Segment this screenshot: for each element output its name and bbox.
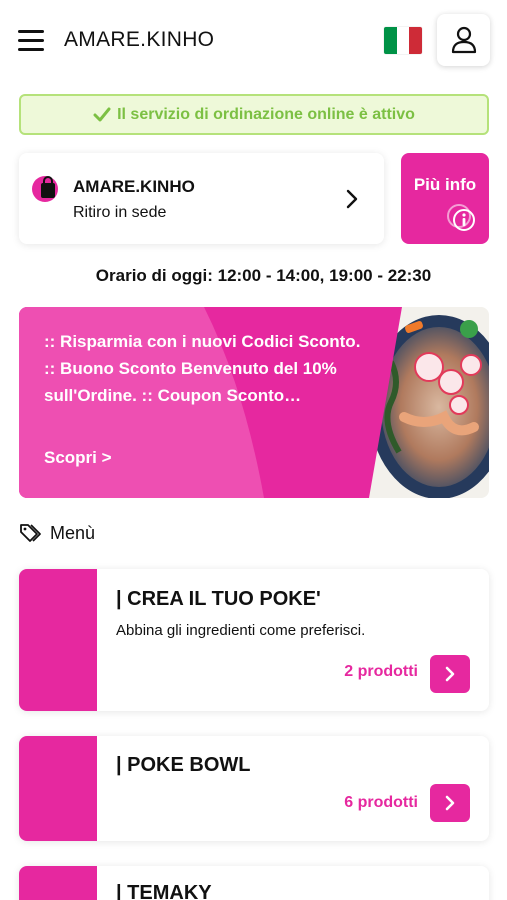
category-product-count: 6 prodotti bbox=[344, 794, 418, 811]
info-icon bbox=[446, 202, 478, 239]
menu-heading-label: Menù bbox=[50, 522, 96, 543]
ordering-status-banner: Il servizio di ordinazione online è atti… bbox=[19, 94, 489, 135]
category-card-temaky[interactable]: | TEMAKY bbox=[19, 866, 489, 900]
chevron-right-icon bbox=[445, 795, 455, 811]
category-title: | CREA IL TUO POKE' bbox=[116, 588, 321, 610]
category-title: | TEMAKY bbox=[116, 882, 212, 900]
status-text: Il servizio di ordinazione online è atti… bbox=[117, 105, 415, 123]
category-card-poke-bowl[interactable]: | POKE BOWL 6 prodotti bbox=[19, 736, 489, 841]
category-title: | POKE BOWL bbox=[116, 754, 251, 776]
promo-banner[interactable]: :: Risparmia con i nuovi Codici Sconto. … bbox=[19, 307, 489, 498]
category-open-button[interactable] bbox=[430, 784, 470, 822]
more-info-button[interactable]: Più info bbox=[401, 153, 489, 244]
check-icon bbox=[93, 107, 111, 123]
shopping-bag-icon bbox=[32, 173, 62, 203]
chevron-right-icon bbox=[346, 189, 358, 214]
category-description: Abbina gli ingredienti come preferisci. bbox=[116, 622, 366, 639]
category-image bbox=[19, 866, 97, 900]
promo-discover-link[interactable]: Scopri > bbox=[44, 448, 112, 468]
today-opening-hours: Orario di oggi: 12:00 - 14:00, 19:00 - 2… bbox=[95, 266, 432, 285]
category-image bbox=[19, 736, 97, 841]
category-product-count: 2 prodotti bbox=[344, 663, 418, 680]
brand-name: AMARE.KINHO bbox=[64, 28, 215, 51]
tag-icon bbox=[19, 522, 45, 544]
user-icon bbox=[451, 26, 476, 54]
italian-flag-icon[interactable] bbox=[384, 27, 422, 54]
chevron-right-icon bbox=[445, 666, 455, 682]
store-selector-card[interactable]: AMARE.KINHO Ritiro in sede bbox=[19, 153, 384, 244]
store-name: AMARE.KINHO bbox=[73, 177, 195, 196]
hamburger-icon[interactable] bbox=[18, 30, 44, 52]
menu-heading: Menù bbox=[19, 522, 95, 544]
category-card-crea-il-tuo-poke[interactable]: | CREA IL TUO POKE' Abbina gli ingredien… bbox=[19, 569, 489, 711]
pickup-mode: Ritiro in sede bbox=[73, 204, 167, 221]
account-button[interactable] bbox=[437, 14, 490, 66]
promo-text: :: Risparmia con i nuovi Codici Sconto. … bbox=[44, 332, 361, 405]
category-image bbox=[19, 569, 97, 711]
more-info-label: Più info bbox=[413, 175, 477, 194]
app-header: AMARE.KINHO bbox=[0, 0, 507, 84]
category-open-button[interactable] bbox=[430, 655, 470, 693]
